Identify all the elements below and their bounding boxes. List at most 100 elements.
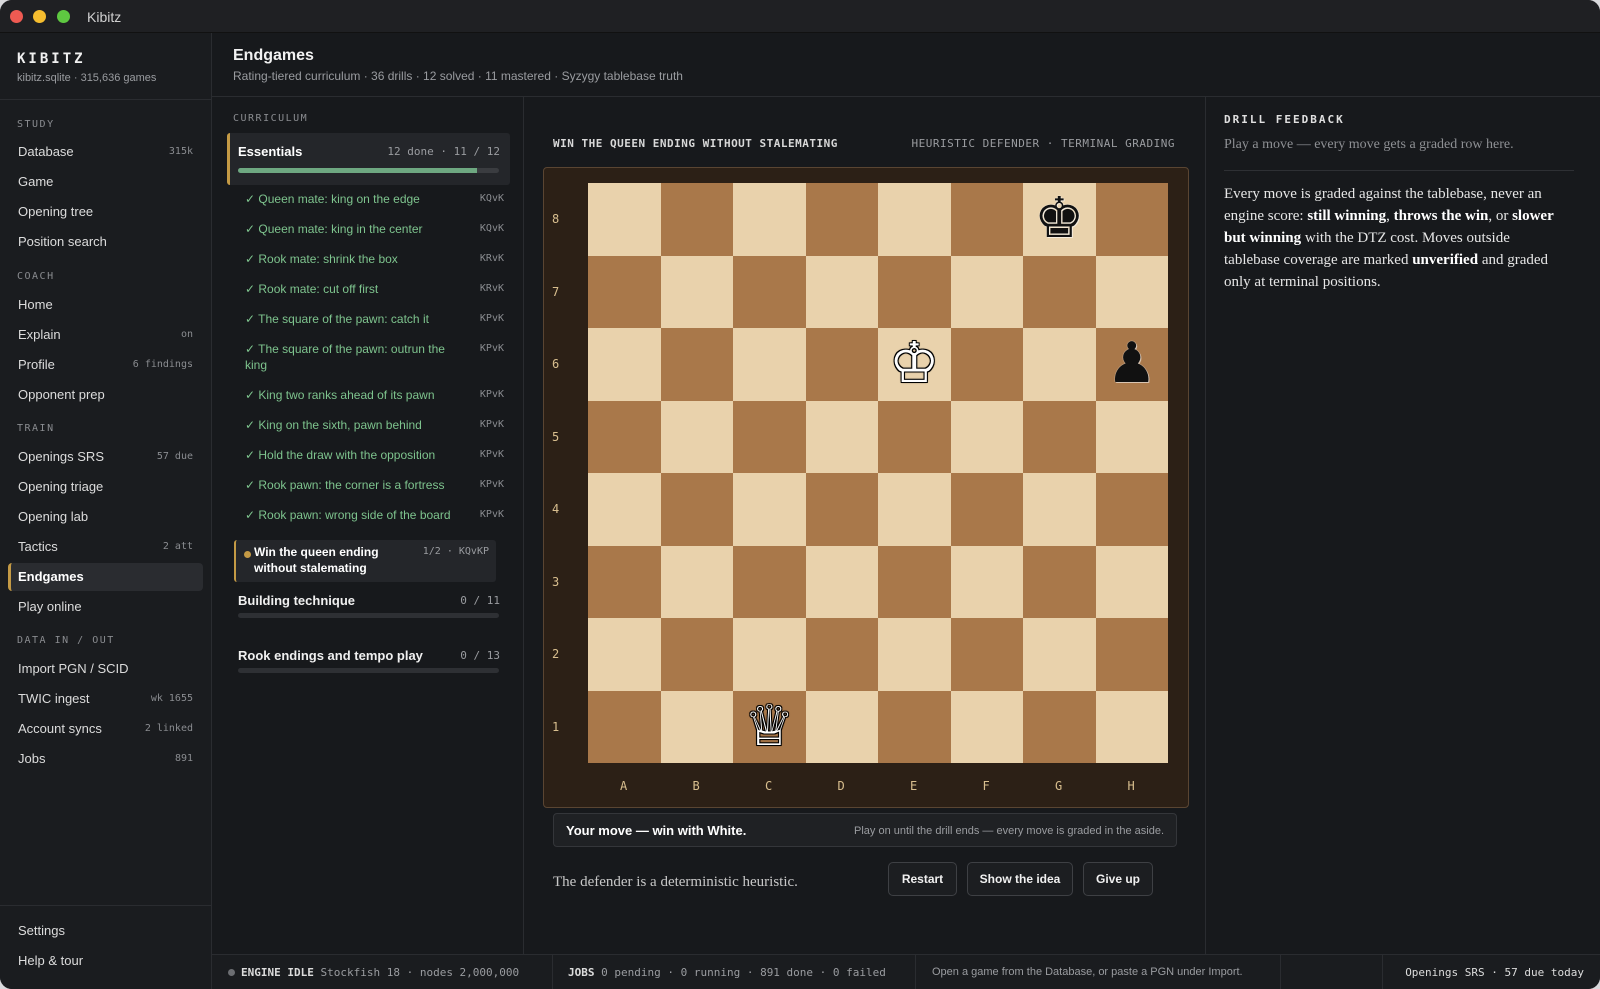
square-e1[interactable] [878, 690, 951, 763]
square-c4[interactable] [733, 473, 806, 546]
sidebar-item-tactics[interactable]: Tactics 2 att [8, 533, 203, 561]
sidebar-item-account-syncs[interactable]: Account syncs 2 linked [8, 715, 203, 743]
square-e8[interactable] [878, 183, 951, 256]
square-e4[interactable] [878, 473, 951, 546]
square-g6[interactable] [1023, 328, 1096, 401]
square-b4[interactable] [660, 473, 733, 546]
sidebar-item-profile[interactable]: Profile 6 findings [8, 351, 203, 379]
square-h3[interactable] [1095, 545, 1168, 618]
square-d5[interactable] [805, 400, 878, 473]
drill-item[interactable]: ✓ Hold the draw with the opposition KPvK [227, 447, 510, 475]
sidebar-item-endgames[interactable]: Endgames [8, 563, 203, 591]
sidebar-item-opening-triage[interactable]: Opening triage [8, 473, 203, 501]
curriculum-group-rook-endings[interactable]: Rook endings and tempo play 0 / 13 [227, 648, 510, 688]
square-f7[interactable] [950, 255, 1023, 328]
square-g2[interactable] [1023, 618, 1096, 691]
chessboard[interactable]: ♚ ♔ ♟ ♕ [588, 183, 1168, 763]
sidebar-item-play-online[interactable]: Play online [8, 593, 203, 621]
square-d2[interactable] [805, 618, 878, 691]
square-c8[interactable] [733, 183, 806, 256]
sidebar-item-jobs[interactable]: Jobs 891 [8, 745, 203, 773]
sidebar-item-position-search[interactable]: Position search [8, 228, 203, 256]
square-b5[interactable] [660, 400, 733, 473]
square-c6[interactable] [733, 328, 806, 401]
minimize-window-button[interactable] [33, 10, 46, 23]
square-f2[interactable] [950, 618, 1023, 691]
square-g5[interactable] [1023, 400, 1096, 473]
square-b6[interactable] [660, 328, 733, 401]
square-h8[interactable] [1095, 183, 1168, 256]
square-b8[interactable] [660, 183, 733, 256]
sidebar-item-explain[interactable]: Explain on [8, 321, 203, 349]
square-c2[interactable] [733, 618, 806, 691]
black-king-icon[interactable]: ♚ [1023, 183, 1096, 256]
square-f4[interactable] [950, 473, 1023, 546]
square-a3[interactable] [588, 545, 661, 618]
square-g7[interactable] [1023, 255, 1096, 328]
square-c5[interactable] [733, 400, 806, 473]
square-d8[interactable] [805, 183, 878, 256]
square-e2[interactable] [878, 618, 951, 691]
drill-item-current[interactable]: Win the queen ending without stalemating… [234, 540, 496, 582]
sidebar-item-database[interactable]: Database 315k [8, 138, 203, 166]
square-b1[interactable] [660, 690, 733, 763]
drill-item[interactable]: ✓ Rook pawn: wrong side of the board KPv… [227, 507, 510, 535]
sidebar-item-game[interactable]: Game [8, 168, 203, 196]
square-h7[interactable] [1095, 255, 1168, 328]
sidebar-item-openings-srs[interactable]: Openings SRS 57 due [8, 443, 203, 471]
square-h5[interactable] [1095, 400, 1168, 473]
sidebar-item-home[interactable]: Home [8, 291, 203, 319]
sidebar-item-opponent-prep[interactable]: Opponent prep [8, 381, 203, 409]
square-f3[interactable] [950, 545, 1023, 618]
square-e7[interactable] [878, 255, 951, 328]
square-a5[interactable] [588, 400, 661, 473]
square-d7[interactable] [805, 255, 878, 328]
drill-item[interactable]: ✓ Queen mate: king on the edge KQvK [227, 191, 510, 219]
square-b7[interactable] [660, 255, 733, 328]
give-up-button[interactable]: Give up [1083, 862, 1153, 896]
drill-item[interactable]: ✓ Queen mate: king in the center KQvK [227, 221, 510, 249]
white-king-icon[interactable]: ♔ [878, 328, 951, 401]
square-g3[interactable] [1023, 545, 1096, 618]
square-c7[interactable] [733, 255, 806, 328]
square-b3[interactable] [660, 545, 733, 618]
square-d3[interactable] [805, 545, 878, 618]
square-e3[interactable] [878, 545, 951, 618]
square-h2[interactable] [1095, 618, 1168, 691]
drill-item[interactable]: ✓ Rook mate: shrink the box KRvK [227, 251, 510, 279]
drill-item[interactable]: ✓ Rook mate: cut off first KRvK [227, 281, 510, 309]
sidebar-item-opening-lab[interactable]: Opening lab [8, 503, 203, 531]
square-f1[interactable] [950, 690, 1023, 763]
drill-item[interactable]: ✓ The square of the pawn: outrun the kin… [227, 341, 510, 385]
square-b2[interactable] [660, 618, 733, 691]
square-e5[interactable] [878, 400, 951, 473]
white-queen-icon[interactable]: ♕ [733, 691, 806, 764]
square-g4[interactable] [1023, 473, 1096, 546]
show-idea-button[interactable]: Show the idea [967, 862, 1073, 896]
square-a6[interactable] [588, 328, 661, 401]
sidebar-item-settings[interactable]: Settings [8, 917, 203, 945]
square-c3[interactable] [733, 545, 806, 618]
curriculum-group-building[interactable]: Building technique 0 / 11 [227, 593, 510, 633]
square-a7[interactable] [588, 255, 661, 328]
sidebar-item-help[interactable]: Help & tour [8, 947, 203, 975]
square-f5[interactable] [950, 400, 1023, 473]
square-a2[interactable] [588, 618, 661, 691]
square-d4[interactable] [805, 473, 878, 546]
drill-item[interactable]: ✓ King two ranks ahead of its pawn KPvK [227, 387, 510, 415]
square-f8[interactable] [950, 183, 1023, 256]
drill-item[interactable]: ✓ King on the sixth, pawn behind KPvK [227, 417, 510, 445]
square-a1[interactable] [588, 690, 661, 763]
drill-item[interactable]: ✓ Rook pawn: the corner is a fortress KP… [227, 477, 510, 505]
square-d1[interactable] [805, 690, 878, 763]
restart-button[interactable]: Restart [888, 862, 957, 896]
sidebar-item-opening-tree[interactable]: Opening tree [8, 198, 203, 226]
square-a8[interactable] [588, 183, 661, 256]
square-g1[interactable] [1023, 690, 1096, 763]
square-h4[interactable] [1095, 473, 1168, 546]
square-h1[interactable] [1095, 690, 1168, 763]
square-a4[interactable] [588, 473, 661, 546]
openings-srs-due[interactable]: Openings SRS · 57 due today [1405, 966, 1584, 979]
sidebar-item-import-pgn[interactable]: Import PGN / SCID [8, 655, 203, 683]
drill-item[interactable]: ✓ The square of the pawn: catch it KPvK [227, 311, 510, 339]
